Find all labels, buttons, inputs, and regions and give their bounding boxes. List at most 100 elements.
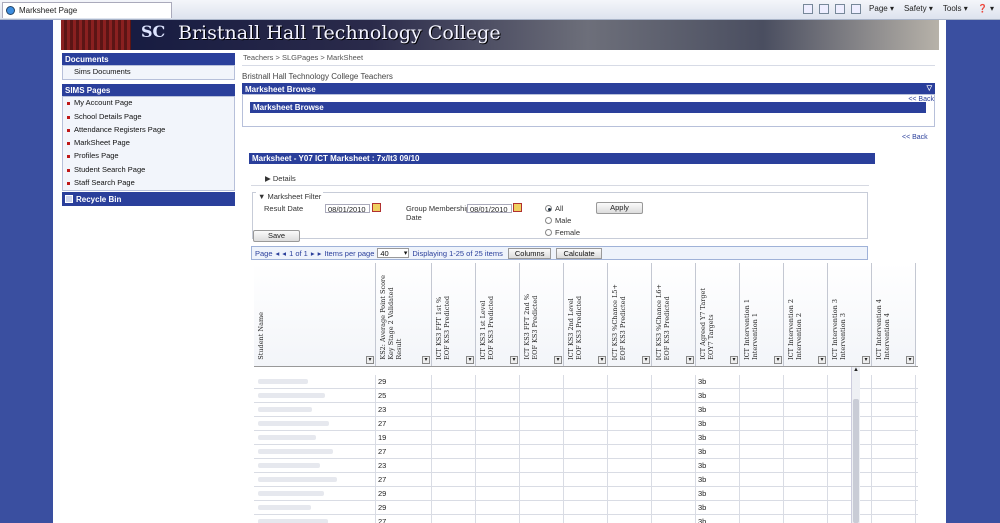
ks2-score-cell[interactable]: 27	[376, 445, 432, 459]
student-name-cell[interactable]	[254, 501, 376, 515]
grid-cell[interactable]	[828, 403, 872, 417]
grid-cell[interactable]	[784, 445, 828, 459]
target-cell[interactable]: 3b	[696, 445, 740, 459]
grid-cell[interactable]	[476, 431, 520, 445]
grid-cell[interactable]	[652, 459, 696, 473]
column-menu-icon[interactable]: ▾	[510, 356, 518, 364]
column-menu-icon[interactable]: ▾	[686, 356, 694, 364]
sidebar-item-staff-search[interactable]: Staff Search Page	[63, 177, 234, 190]
grid-cell[interactable]	[828, 389, 872, 403]
column-menu-icon[interactable]: ▾	[554, 356, 562, 364]
grid-cell[interactable]	[784, 501, 828, 515]
column-header[interactable]: Student Name ▾	[254, 263, 376, 366]
grid-cell[interactable]	[828, 459, 872, 473]
sidebar-item-marksheet[interactable]: MarkSheet Page	[63, 137, 234, 150]
mail-icon[interactable]	[835, 4, 846, 14]
grid-cell[interactable]	[828, 473, 872, 487]
column-menu-icon[interactable]: ▾	[906, 356, 914, 364]
grid-cell[interactable]	[476, 501, 520, 515]
grid-cell[interactable]	[432, 431, 476, 445]
target-cell[interactable]: 3b	[696, 403, 740, 417]
target-cell[interactable]: 3b	[696, 515, 740, 523]
radio-all-dot[interactable]	[545, 205, 552, 212]
grid-cell[interactable]	[476, 389, 520, 403]
student-name-cell[interactable]	[254, 417, 376, 431]
grid-cell[interactable]	[608, 487, 652, 501]
calculate-button[interactable]: Calculate	[556, 247, 602, 259]
grid-cell[interactable]	[432, 375, 476, 389]
grid-cell[interactable]	[520, 389, 564, 403]
grid-cell[interactable]	[872, 515, 916, 523]
grid-cell[interactable]	[608, 501, 652, 515]
table-row[interactable]: 27 3b	[254, 473, 918, 487]
table-row[interactable]: 27 3b	[254, 515, 918, 523]
grid-cell[interactable]	[740, 389, 784, 403]
print-icon[interactable]	[851, 4, 862, 14]
grid-cell[interactable]	[740, 431, 784, 445]
grid-cell[interactable]	[652, 515, 696, 523]
grid-cell[interactable]	[476, 445, 520, 459]
target-cell[interactable]: 3b	[696, 389, 740, 403]
grid-cell[interactable]	[652, 417, 696, 431]
radio-all[interactable]: All	[545, 204, 563, 213]
radio-male-dot[interactable]	[545, 217, 552, 224]
grid-cell[interactable]	[784, 459, 828, 473]
target-cell[interactable]: 3b	[696, 431, 740, 445]
sidebar-item-attendance[interactable]: Attendance Registers Page	[63, 124, 234, 137]
column-menu-icon[interactable]: ▾	[774, 356, 782, 364]
grid-cell[interactable]	[652, 403, 696, 417]
table-row[interactable]: 23 3b	[254, 403, 918, 417]
radio-female[interactable]: Female	[545, 228, 580, 237]
radio-male[interactable]: Male	[545, 216, 571, 225]
grid-cell[interactable]	[476, 403, 520, 417]
grid-cell[interactable]	[652, 473, 696, 487]
grid-cell[interactable]	[564, 431, 608, 445]
grid-cell[interactable]	[608, 431, 652, 445]
sidebar-item-student-search[interactable]: Student Search Page	[63, 164, 234, 177]
details-toggle[interactable]: ▶ Details	[265, 174, 296, 183]
grid-cell[interactable]	[784, 417, 828, 431]
grid-cell[interactable]	[564, 389, 608, 403]
grid-cell[interactable]	[432, 501, 476, 515]
grid-cell[interactable]	[608, 459, 652, 473]
grid-cell[interactable]	[520, 473, 564, 487]
column-header[interactable]: ICT Intervention 1 Intervention 1 ▾	[740, 263, 784, 366]
grid-cell[interactable]	[520, 487, 564, 501]
scroll-thumb[interactable]	[853, 399, 859, 523]
grid-cell[interactable]	[608, 417, 652, 431]
sidebar-item-profiles[interactable]: Profiles Page	[63, 150, 234, 163]
ks2-score-cell[interactable]: 29	[376, 487, 432, 501]
grid-cell[interactable]	[740, 459, 784, 473]
grid-cell[interactable]	[652, 389, 696, 403]
prev-page-icon[interactable]: ◂	[282, 249, 286, 258]
sidebar-item-sims-documents[interactable]: Sims Documents	[63, 66, 234, 79]
grid-cell[interactable]	[784, 403, 828, 417]
grid-cell[interactable]	[432, 403, 476, 417]
recycle-bin-link[interactable]: Recycle Bin	[62, 192, 235, 207]
column-header[interactable]: ICT Intervention 3 Intervention 3 ▾	[828, 263, 872, 366]
ks2-score-cell[interactable]: 25	[376, 389, 432, 403]
student-name-cell[interactable]	[254, 487, 376, 501]
column-header[interactable]: ICT KS3 FFT 2nd % EOF KS3 Predicted ▾	[520, 263, 564, 366]
tools-menu[interactable]: Tools ▾	[941, 4, 970, 14]
table-row[interactable]: 27 3b	[254, 445, 918, 459]
ks2-score-cell[interactable]: 29	[376, 501, 432, 515]
grid-cell[interactable]	[652, 375, 696, 389]
grid-cell[interactable]	[564, 473, 608, 487]
ks2-score-cell[interactable]: 29	[376, 375, 432, 389]
grid-cell[interactable]	[784, 431, 828, 445]
filter-legend[interactable]: ▼ Marksheet Filter	[256, 192, 324, 201]
grid-cell[interactable]	[740, 417, 784, 431]
save-button[interactable]: Save	[253, 230, 300, 242]
safety-menu[interactable]: Safety ▾	[902, 4, 935, 14]
grid-cell[interactable]	[520, 431, 564, 445]
first-page-icon[interactable]: ◂	[276, 249, 280, 258]
ks2-score-cell[interactable]: 27	[376, 417, 432, 431]
column-menu-icon[interactable]: ▾	[818, 356, 826, 364]
grid-cell[interactable]	[872, 431, 916, 445]
student-name-cell[interactable]	[254, 389, 376, 403]
column-menu-icon[interactable]: ▾	[466, 356, 474, 364]
table-row[interactable]: 27 3b	[254, 417, 918, 431]
table-row[interactable]: 29 3b	[254, 375, 918, 389]
browser-tab[interactable]: Marksheet Page	[2, 2, 172, 18]
